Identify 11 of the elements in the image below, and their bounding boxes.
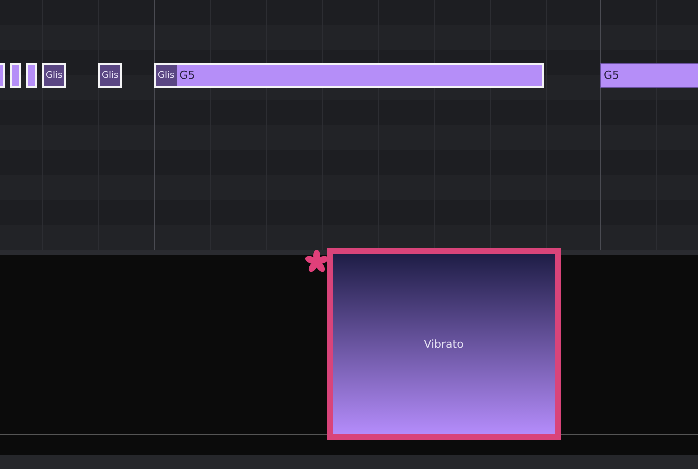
glide-label: Glis (156, 65, 177, 86)
vibrato-block[interactable]: Vibrato (327, 248, 561, 440)
note-block[interactable]: G5 (600, 63, 698, 88)
note-block[interactable]: Glis G5 (154, 63, 544, 88)
note-block[interactable] (10, 63, 21, 88)
flower-icon (305, 250, 329, 274)
note-block[interactable] (26, 63, 37, 88)
pitch-label: G5 (178, 69, 196, 82)
pitch-label: G5 (603, 69, 621, 82)
vibrato-label: Vibrato (424, 338, 464, 350)
note-block[interactable] (0, 63, 5, 88)
